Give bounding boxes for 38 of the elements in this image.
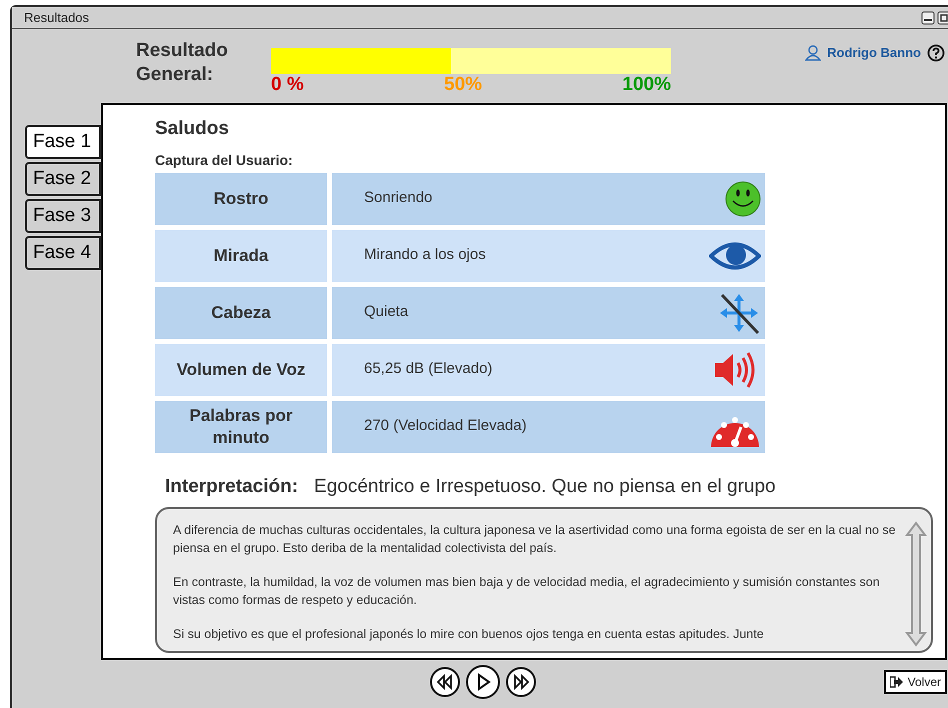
interpretation-label: Interpretación: — [165, 474, 298, 498]
table-cell: Volumen de Voz — [155, 344, 327, 396]
back-button[interactable]: Volver — [884, 670, 947, 694]
exit-icon — [890, 676, 904, 688]
phase-tab[interactable]: Fase 3 — [25, 199, 101, 233]
window-title: Resultados — [24, 8, 90, 27]
progress-tick-label: 50% — [444, 74, 482, 96]
minimize-icon[interactable] — [921, 10, 935, 24]
user-icon — [805, 44, 822, 61]
phase-tab[interactable]: Fase 2 — [25, 162, 101, 196]
smiley-face-icon — [725, 180, 761, 216]
maximize-icon[interactable] — [937, 10, 948, 24]
help-icon[interactable] — [927, 44, 945, 62]
table-cell: Cabeza — [155, 286, 327, 338]
explanation-paragraph: A diferencia de muchas culturas occidentales, la cultura japonesa ve la asertividad como una forma egoista de ser en la cual no se piensa en el grupo. Esto deriba de la mentalidad colectivista del país. — [173, 522, 897, 557]
scrollbar-icon[interactable] — [905, 521, 927, 647]
explanation-paragraph: En contraste, la humildad, la voz de volumen mas bien baja y de velocidad media, el agradecimiento y sumisión constantes son vistas como formas de respeto y educación. — [173, 574, 881, 609]
progress-tick-label: 100% — [622, 74, 671, 96]
interpretation-value: Egocéntrico e Irrespetuoso. Que no piensa en el grupo — [314, 474, 776, 498]
table-cell: Palabras por minuto — [155, 400, 327, 452]
section-title: Saludos — [155, 117, 230, 141]
table-cell: Mirada — [155, 230, 327, 282]
table-cell-text: 270 (Velocidad Elevada) — [364, 416, 527, 436]
overall-result-label: Resultado General: — [136, 39, 229, 87]
table-cell-text: Sonriendo — [364, 188, 432, 208]
capture-label: Captura del Usuario: — [155, 150, 294, 170]
progress-tick-label: 0 % — [271, 74, 304, 96]
explanation-paragraph: Si su objetivo es que el profesional japonés lo mire con buenos ojos tenga en cuenta estas apitudes. Junte — [173, 626, 765, 643]
play-icon[interactable] — [464, 664, 500, 700]
rewind-icon[interactable] — [428, 666, 460, 698]
user-link[interactable]: Rodrigo Banno — [827, 43, 921, 62]
phase-tab[interactable]: Fase 1 — [25, 125, 101, 159]
table-cell-text: Quieta — [364, 302, 408, 322]
table-cell: Rostro — [155, 172, 327, 224]
phase-tab[interactable]: Fase 4 — [25, 236, 101, 270]
table-cell-text: 65,25 dB (Elevado) — [364, 359, 492, 380]
table-cell-text: Mirando a los ojos — [364, 245, 486, 266]
fast-forward-icon[interactable] — [504, 666, 536, 698]
